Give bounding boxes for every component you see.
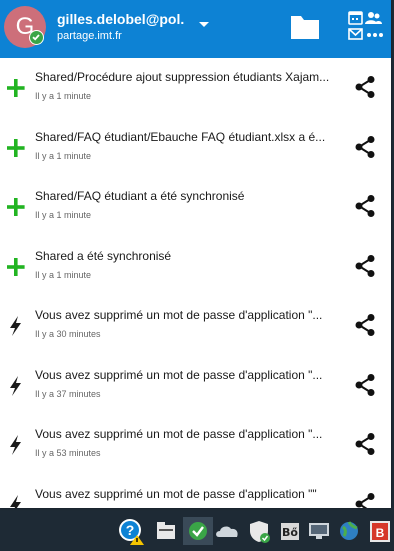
bitlocker-icon[interactable]: Bő	[275, 517, 305, 545]
activity-time: Il y a 53 minutes	[35, 448, 101, 458]
share-icon[interactable]	[354, 135, 376, 159]
share-icon[interactable]	[354, 194, 376, 218]
share-icon[interactable]	[354, 313, 376, 337]
plus-icon	[7, 198, 25, 216]
svg-text:?: ?	[126, 522, 135, 538]
globe-icon[interactable]	[334, 517, 364, 545]
activity-time: Il y a 1 minute	[35, 269, 92, 280]
plus-icon	[7, 257, 25, 276]
lightning-icon	[10, 494, 21, 508]
defender-shield-icon[interactable]	[244, 517, 274, 545]
share-icon[interactable]	[354, 432, 376, 456]
activity-item[interactable]: Vous avez supprimé un mot de passe d'app…	[0, 415, 391, 475]
activity-text: Shared/Procédure ajout suppression étudi…	[35, 70, 330, 84]
lightning-icon	[10, 316, 21, 336]
activity-time: Il y a 37 minutes	[35, 388, 101, 399]
svg-text:Bő: Bő	[282, 526, 298, 539]
activity-item[interactable]: Vous avez supprimé un mot de passe d'app…	[0, 475, 391, 509]
activity-panel: G gilles.delobel@pol... partage.imt.fr S…	[0, 0, 391, 508]
activity-time: Il y a 1 minute	[35, 150, 92, 161]
apps-menu-icon[interactable]	[345, 9, 383, 43]
svg-text:B: B	[376, 526, 385, 540]
plus-icon	[7, 79, 25, 97]
share-icon[interactable]	[354, 492, 376, 509]
activity-text: Vous avez supprimé un mot de passe d'app…	[35, 308, 323, 322]
status-online-icon	[29, 30, 44, 45]
activity-item[interactable]: Shared/FAQ étudiant/Ebauche FAQ étudiant…	[0, 118, 391, 178]
activity-item[interactable]: Vous avez supprimé un mot de passe d'app…	[0, 356, 391, 416]
display-icon[interactable]	[304, 517, 334, 545]
lightning-icon	[10, 375, 21, 396]
activity-text: Vous avez supprimé un mot de passe d'app…	[35, 427, 323, 441]
onedrive-cloud-icon[interactable]	[213, 517, 243, 545]
taskbar: ? Bő B	[0, 511, 394, 551]
activity-text: Vous avez supprimé un mot de passe d'app…	[35, 367, 323, 382]
help-warning-icon[interactable]: ?	[117, 517, 147, 545]
header-bar: G gilles.delobel@pol... partage.imt.fr	[0, 0, 391, 58]
activity-text: Shared a été synchronisé	[35, 248, 172, 263]
activity-item[interactable]: Shared a été synchronisé Il y a 1 minute	[0, 237, 391, 297]
activity-list: Shared/Procédure ajout suppression étudi…	[0, 58, 391, 508]
server-name: partage.imt.fr	[57, 30, 122, 42]
account-name[interactable]: gilles.delobel@pol...	[57, 11, 185, 27]
activity-time: Il y a 1 minute	[35, 91, 92, 101]
chevron-down-icon[interactable]	[197, 20, 211, 30]
activity-item[interactable]: Shared/FAQ étudiant a été synchronisé Il …	[0, 177, 391, 237]
lightning-icon	[10, 435, 21, 455]
share-icon[interactable]	[354, 75, 376, 99]
activity-text: Shared/FAQ étudiant a été synchronisé	[35, 189, 245, 203]
activity-text: Shared/FAQ étudiant/Ebauche FAQ étudiant…	[35, 129, 326, 144]
nextcloud-check-icon[interactable]	[183, 517, 213, 545]
app-red-icon[interactable]: B	[364, 517, 394, 545]
activity-text: Vous avez supprimé un mot de passe d'app…	[35, 486, 317, 501]
plus-icon	[7, 138, 25, 157]
activity-time: Il y a 1 minute	[35, 210, 92, 220]
share-icon[interactable]	[354, 373, 376, 397]
activity-time: Il y a 30 minutes	[35, 329, 101, 339]
share-icon[interactable]	[354, 254, 376, 278]
folder-share-icon[interactable]	[151, 517, 181, 545]
folder-icon[interactable]	[289, 13, 321, 41]
activity-item[interactable]: Vous avez supprimé un mot de passe d'app…	[0, 296, 391, 356]
activity-item[interactable]: Shared/Procédure ajout suppression étudi…	[0, 58, 391, 118]
